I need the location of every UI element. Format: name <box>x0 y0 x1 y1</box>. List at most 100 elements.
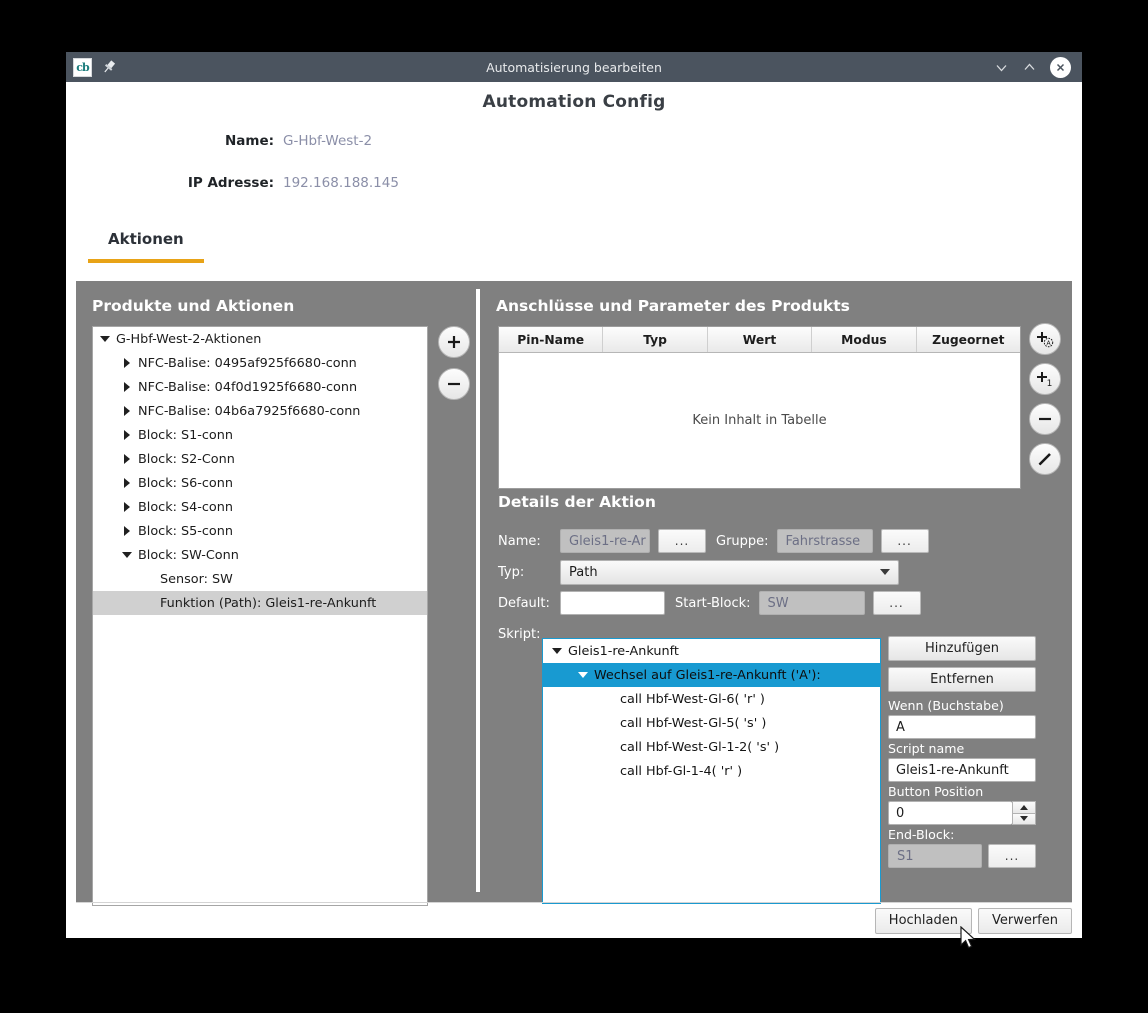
mouse-cursor <box>960 926 978 952</box>
button-position-input[interactable]: 0 <box>888 801 1012 825</box>
caret-right-icon[interactable] <box>124 430 130 440</box>
tree-row[interactable]: call Hbf-West-Gl-6( 'r' ) <box>543 687 880 711</box>
name-browse-button[interactable]: ... <box>658 529 706 553</box>
caret-right-icon[interactable] <box>124 358 130 368</box>
tree-row[interactable]: Funktion (Path): Gleis1-re-Ankunft <box>93 591 427 615</box>
triangle-down-icon <box>1020 816 1028 821</box>
cb-logo-icon: cb <box>73 58 92 77</box>
type-select[interactable]: Path <box>560 560 899 585</box>
tree-row[interactable]: Block: S6-conn <box>93 471 427 495</box>
group-browse-button[interactable]: ... <box>881 529 929 553</box>
chevron-up-icon[interactable] <box>1022 60 1037 75</box>
when-input[interactable]: A <box>888 715 1036 739</box>
tree-row[interactable]: NFC-Balise: 0495af925f6680-conn <box>93 351 427 375</box>
name-row: Name: Gleis1-re-Ar ... Gruppe: Fahrstras… <box>498 529 1023 553</box>
upload-button[interactable]: Hochladen <box>875 908 972 934</box>
table-column-header[interactable]: Wert <box>708 327 812 352</box>
collapse-tree-button[interactable] <box>438 368 470 400</box>
right-panel-title: Anschlüsse und Parameter des Produkts <box>480 281 1072 315</box>
tree-row[interactable]: Block: S5-conn <box>93 519 427 543</box>
table-column-header[interactable]: Zugeornet <box>917 327 1020 352</box>
automation-config-window: cb Automatisierung bearbeiten <box>66 52 1082 938</box>
add-auto-button[interactable]: A <box>1029 323 1061 355</box>
caret-down-icon[interactable] <box>552 648 562 654</box>
script-tree[interactable]: Gleis1-re-AnkunftWechsel auf Gleis1-re-A… <box>542 638 881 904</box>
chevron-down-icon[interactable] <box>994 60 1009 75</box>
caret-down-icon[interactable] <box>122 552 132 558</box>
caret-right-icon[interactable] <box>124 502 130 512</box>
add-script-button[interactable]: Hinzufügen <box>888 636 1036 661</box>
table-column-header[interactable]: Modus <box>812 327 916 352</box>
caret-right-icon[interactable] <box>124 382 130 392</box>
group-field[interactable]: Fahrstrasse <box>777 529 873 553</box>
table-empty-message: Kein Inhalt in Tabelle <box>499 353 1020 488</box>
pin-icon[interactable] <box>101 59 117 75</box>
caret-down-icon[interactable] <box>100 336 110 342</box>
button-position-stepper[interactable]: 0 <box>888 801 1036 825</box>
left-panel-title: Produkte und Aktionen <box>76 281 476 315</box>
add-one-button[interactable]: 1 <box>1029 363 1061 395</box>
start-block-browse-button[interactable]: ... <box>873 591 921 615</box>
discard-button[interactable]: Verwerfen <box>978 908 1072 934</box>
details-form: Name: Gleis1-re-Ar ... Gruppe: Fahrstras… <box>498 529 1023 653</box>
edit-button[interactable] <box>1029 443 1061 475</box>
name-label: Name: <box>66 133 283 149</box>
tree-row[interactable]: call Hbf-Gl-1-4( 'r' ) <box>543 759 880 783</box>
tree-row[interactable]: call Hbf-West-Gl-5( 's' ) <box>543 711 880 735</box>
default-input[interactable] <box>560 591 665 615</box>
table-column-header[interactable]: Typ <box>603 327 707 352</box>
tree-row[interactable]: Wechsel auf Gleis1-re-Ankunft ('A'): <box>543 663 880 687</box>
tree-row-label: Funktion (Path): Gleis1-re-Ankunft <box>160 596 376 611</box>
caret-down-icon[interactable] <box>578 672 588 678</box>
when-label: Wenn (Buchstabe) <box>888 698 1036 713</box>
details-title: Details der Aktion <box>498 493 656 511</box>
tree-row[interactable]: Gleis1-re-Ankunft <box>543 639 880 663</box>
name-field-row: Name: G-Hbf-West-2 <box>66 133 1082 149</box>
stepper-down-button[interactable] <box>1012 814 1036 826</box>
caret-slot <box>119 502 134 512</box>
tree-row[interactable]: Block: SW-Conn <box>93 543 427 567</box>
tab-aktionen[interactable]: Aktionen <box>88 230 204 263</box>
stepper-up-button[interactable] <box>1012 801 1036 814</box>
ip-field-row: IP Adresse: 192.168.188.145 <box>66 175 1082 191</box>
button-position-label: Button Position <box>888 784 1036 799</box>
script-name-input[interactable]: Gleis1-re-Ankunft <box>888 758 1036 782</box>
tree-row[interactable]: call Hbf-West-Gl-1-2( 's' ) <box>543 735 880 759</box>
table-column-header[interactable]: Pin-Name <box>499 327 603 352</box>
tree-row-label: NFC-Balise: 0495af925f6680-conn <box>138 356 357 371</box>
start-block-field[interactable]: SW <box>759 591 865 615</box>
remove-script-button[interactable]: Entfernen <box>888 667 1036 692</box>
footer-bar: Hochladen Verwerfen <box>76 902 1072 938</box>
products-tree[interactable]: G-Hbf-West-2-Aktionen NFC-Balise: 0495af9… <box>92 326 428 906</box>
expand-tree-button[interactable] <box>438 326 470 358</box>
chevron-down-icon <box>880 569 890 575</box>
end-block-browse-button[interactable]: ... <box>988 844 1036 868</box>
svg-text:1: 1 <box>1047 379 1053 389</box>
caret-right-icon[interactable] <box>124 454 130 464</box>
title-bar: cb Automatisierung bearbeiten <box>66 52 1082 82</box>
type-row: Typ: Path <box>498 560 1023 584</box>
script-name-label: Script name <box>888 741 1036 756</box>
caret-slot <box>575 672 590 678</box>
detail-name-field[interactable]: Gleis1-re-Ar <box>560 529 650 553</box>
page-title: Automation Config <box>66 82 1082 112</box>
end-block-field[interactable]: S1 <box>888 844 982 868</box>
caret-right-icon[interactable] <box>124 478 130 488</box>
tree-row[interactable]: NFC-Balise: 04b6a7925f6680-conn <box>93 399 427 423</box>
tree-row-label: Block: S4-conn <box>138 500 233 515</box>
tree-row-label: NFC-Balise: 04f0d1925f6680-conn <box>138 380 357 395</box>
tree-row-label: Block: S5-conn <box>138 524 233 539</box>
caret-right-icon[interactable] <box>124 406 130 416</box>
table-action-buttons: A 1 <box>1029 323 1061 475</box>
window-title: Automatisierung bearbeiten <box>66 60 1082 75</box>
close-icon[interactable] <box>1050 57 1071 78</box>
tree-row[interactable]: G-Hbf-West-2-Aktionen <box>93 327 427 351</box>
tree-row[interactable]: Block: S2-Conn <box>93 447 427 471</box>
caret-right-icon[interactable] <box>124 526 130 536</box>
tree-row[interactable]: NFC-Balise: 04f0d1925f6680-conn <box>93 375 427 399</box>
remove-button[interactable] <box>1029 403 1061 435</box>
tree-row[interactable]: Sensor: SW <box>93 567 427 591</box>
tree-row[interactable]: Block: S1-conn <box>93 423 427 447</box>
tree-row[interactable]: Block: S4-conn <box>93 495 427 519</box>
tree-row-label: call Hbf-Gl-1-4( 'r' ) <box>620 764 742 779</box>
